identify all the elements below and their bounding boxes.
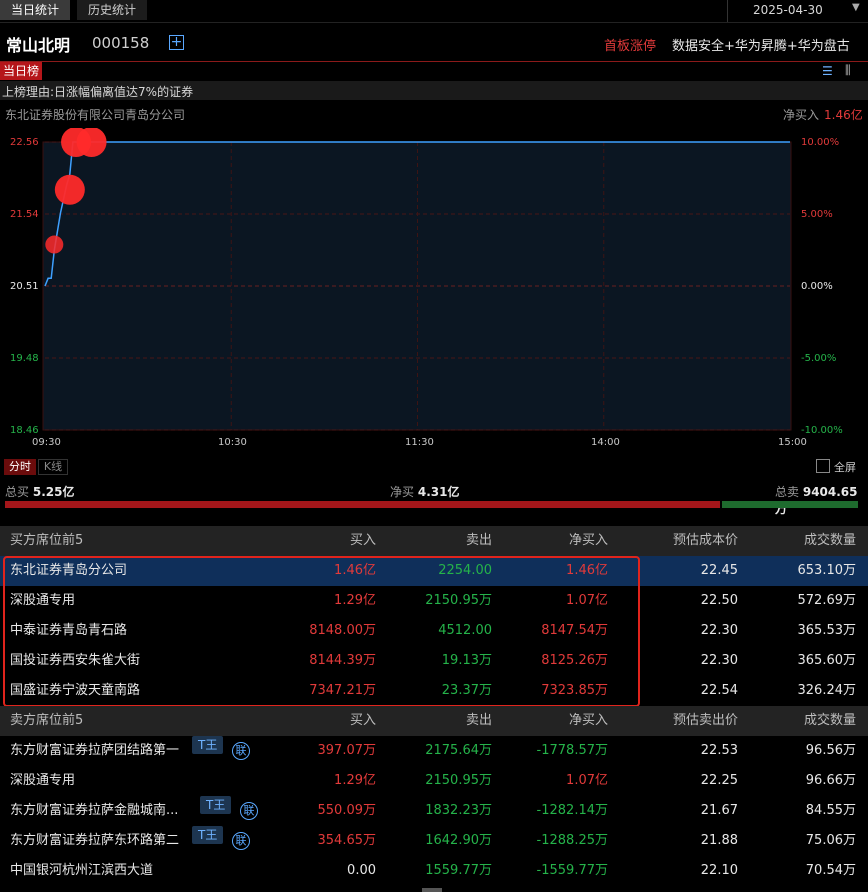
total-net: 净买 4.31亿 (390, 485, 460, 499)
trade-bubble[interactable] (54, 174, 85, 205)
stock-name: 常山北明 (6, 36, 71, 55)
x-tick-label: 14:00 (591, 437, 620, 448)
trade-bubble[interactable] (76, 128, 107, 157)
tab-history[interactable]: 历史统计 (77, 0, 147, 20)
y2-tick-label: -10.00% (801, 425, 843, 436)
y2-tick-label: 5.00% (801, 209, 833, 220)
x-tick-label: 11:30 (405, 437, 434, 448)
x-tick-label: 15:00 (778, 437, 807, 448)
list-view-icon[interactable]: ☰ (822, 64, 833, 78)
table-row[interactable]: 东北证券青岛分公司 1.46亿 2254.00 1.46亿 22.45 653.… (0, 556, 868, 586)
y-tick-label: 18.46 (10, 425, 39, 436)
y2-tick-label: 0.00% (801, 281, 833, 292)
x-tick-label: 09:30 (32, 437, 61, 448)
chart-net-value: 1.46亿 (824, 108, 863, 122)
table-row[interactable]: 国投证券西安朱雀大街 8144.39万 19.13万 8125.26万 22.3… (0, 646, 868, 676)
table-row[interactable]: 东方财富证券拉萨团结路第一 T王 联 397.07万 2175.64万 -177… (0, 736, 868, 766)
table-row[interactable]: 深股通专用 1.29亿 2150.95万 1.07亿 22.50 572.69万 (0, 586, 868, 616)
x-tick-label: 10:30 (218, 437, 247, 448)
buy-table-header: 买方席位前5 买入 卖出 净买入 预估成本价 成交数量 (0, 526, 868, 556)
stock-code: 000158 (92, 34, 150, 52)
y-tick-label: 22.56 (10, 137, 39, 148)
date-value: 2025-04-30 (753, 3, 823, 17)
chart-net-label: 净买入 (783, 108, 820, 122)
y-tick-label: 19.48 (10, 353, 39, 364)
chevron-down-icon: ▼ (852, 2, 860, 13)
t-wang-badge[interactable]: T王 (192, 826, 224, 844)
limit-up-status: 首板涨停 (604, 39, 657, 54)
scroll-handle[interactable] (422, 888, 442, 892)
add-watchlist-icon[interactable]: + (169, 35, 184, 50)
table-row[interactable]: 中国银河杭州江滨西大道 0.00 1559.77万 -1559.77万 22.1… (0, 856, 868, 886)
table-row[interactable]: 国盛证券宁波天童南路 7347.21万 23.37万 7323.85万 22.5… (0, 676, 868, 706)
fullscreen-icon[interactable] (816, 459, 830, 473)
y-tick-label: 20.51 (10, 281, 39, 292)
sell-table-header: 卖方席位前5 买入 卖出 净买入 预估卖出价 成交数量 (0, 706, 868, 736)
y2-tick-label: -5.00% (801, 353, 837, 364)
date-picker[interactable]: 2025-04-30 ▼ (727, 0, 862, 22)
total-buy: 总买 5.25亿 (5, 485, 75, 499)
buy-ratio-fill (5, 501, 722, 508)
t-wang-badge[interactable]: T王 (200, 796, 232, 814)
t-wang-badge[interactable]: T王 (192, 736, 224, 754)
lian-icon[interactable]: 联 (240, 802, 258, 820)
concept-tags: 数据安全+华为昇腾+华为盘古 (672, 39, 850, 54)
bar-view-icon[interactable]: ⫼ (845, 63, 851, 78)
table-row[interactable]: 东方财富证券拉萨金融城南... T王 联 550.09万 1832.23万 -1… (0, 796, 868, 826)
tab-fenshi[interactable]: 分时 (4, 459, 36, 475)
table-row[interactable]: 东方财富证券拉萨东环路第二 T王 联 354.65万 1642.90万 -128… (0, 826, 868, 856)
y2-tick-label: 10.00% (801, 137, 840, 148)
table-row[interactable]: 深股通专用 1.29亿 2150.95万 1.07亿 22.25 96.66万 (0, 766, 868, 796)
board-reason: 上榜理由:日涨幅偏离值达7%的证券 (2, 85, 194, 99)
chart-broker-name: 东北证券股份有限公司青岛分公司 (5, 108, 186, 122)
intraday-chart (42, 128, 792, 431)
lian-icon[interactable]: 联 (232, 742, 250, 760)
buy-sell-ratio-bar (5, 501, 858, 508)
tab-today[interactable]: 当日统计 (0, 0, 70, 20)
lian-icon[interactable]: 联 (232, 832, 250, 850)
table-row[interactable]: 中泰证券青岛青石路 8148.00万 4512.00 8147.54万 22.3… (0, 616, 868, 646)
y-tick-label: 21.54 (10, 209, 39, 220)
trade-bubble[interactable] (45, 235, 64, 254)
tab-kline[interactable]: K线 (38, 459, 68, 475)
board-label: 当日榜 (0, 62, 42, 80)
total-sell: 总卖 9404.65万 (775, 485, 858, 516)
fullscreen-label[interactable]: 全屏 (834, 459, 856, 475)
